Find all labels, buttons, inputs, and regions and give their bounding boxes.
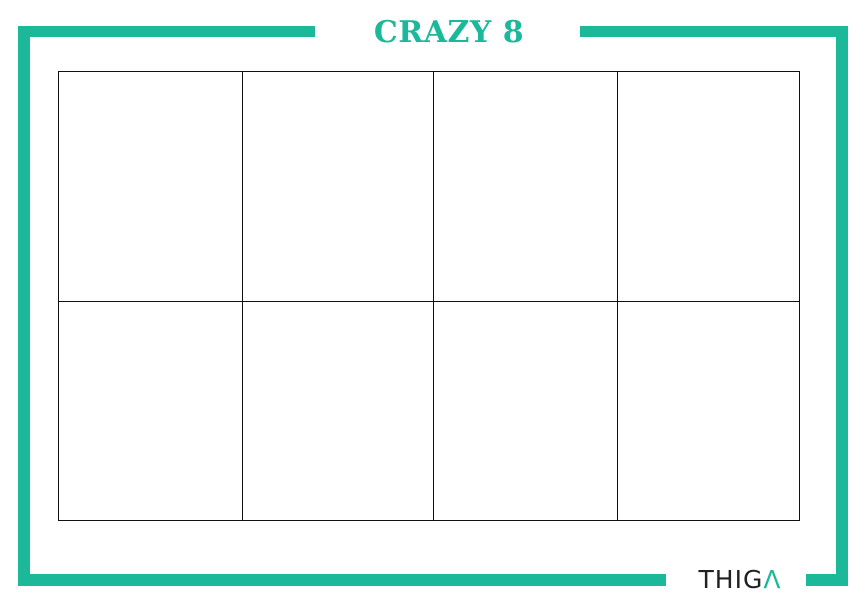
page-title: CRAZY 8	[373, 14, 525, 50]
frame-right	[836, 26, 848, 586]
panel-5[interactable]	[59, 302, 243, 520]
logo-text: THIGΛ	[698, 564, 782, 594]
frame-bottom-right	[806, 574, 848, 586]
panel-7[interactable]	[434, 302, 618, 520]
panel-1[interactable]	[59, 72, 243, 302]
frame-top-left	[18, 26, 315, 37]
frame-top-right	[580, 26, 848, 37]
frame-bottom-left	[18, 574, 666, 586]
panel-8[interactable]	[618, 302, 799, 520]
crazy8-grid	[58, 71, 800, 521]
panel-4[interactable]	[618, 72, 799, 302]
panel-3[interactable]	[434, 72, 618, 302]
thiga-logo: THIGΛ	[676, 556, 804, 602]
panel-6[interactable]	[243, 302, 434, 520]
panel-2[interactable]	[243, 72, 434, 302]
frame-left	[18, 26, 30, 586]
